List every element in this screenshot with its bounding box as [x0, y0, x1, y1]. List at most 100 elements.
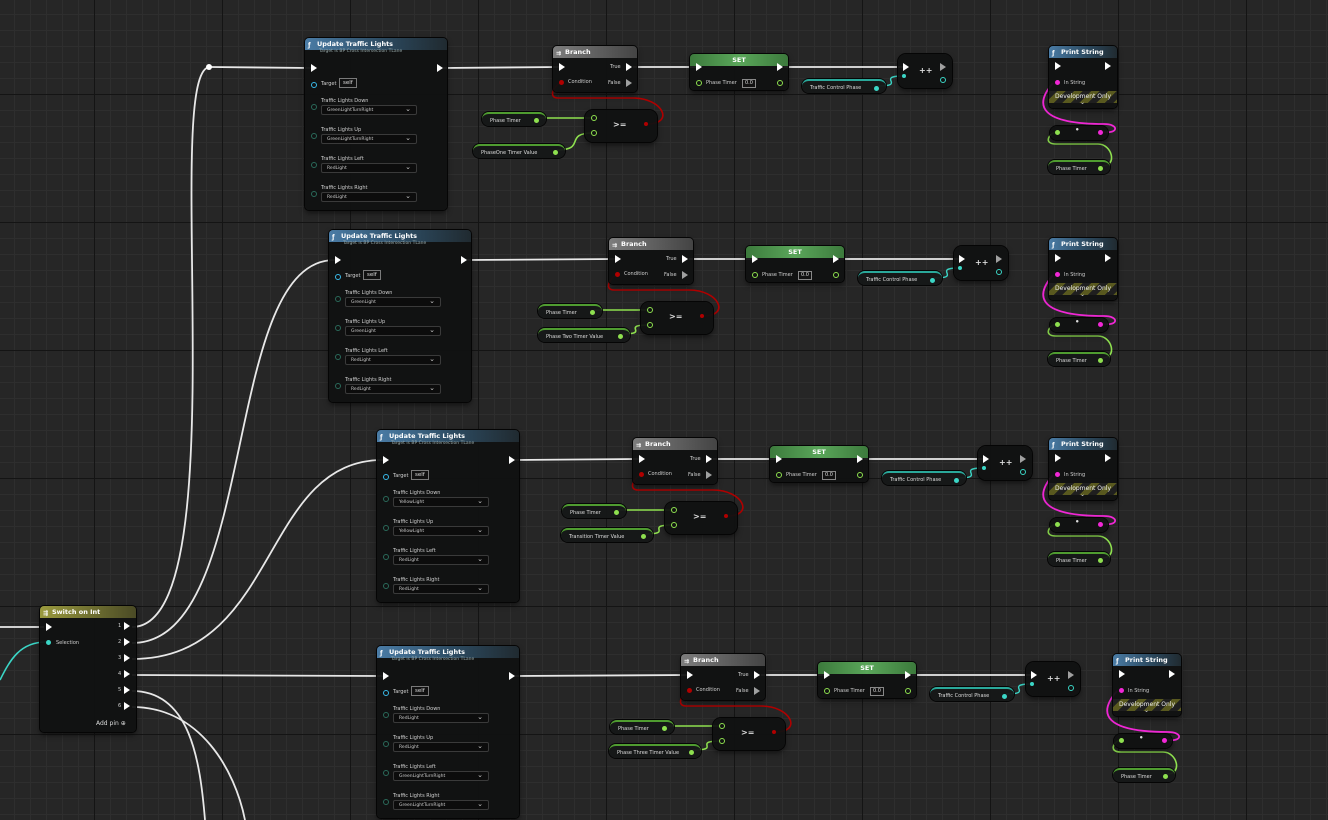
expand-chevron-icon[interactable]: ⌄: [1080, 291, 1085, 298]
param-pin[interactable]: [383, 496, 389, 502]
phase-timer-output-pin[interactable]: [777, 80, 783, 86]
target-self-value[interactable]: self: [339, 78, 357, 88]
int-input-pin[interactable]: [902, 74, 906, 78]
compare-b-pin[interactable]: [647, 322, 653, 328]
condition-pin[interactable]: [687, 688, 692, 693]
param-pin[interactable]: [383, 712, 389, 718]
set-value-field[interactable]: 0.0: [870, 687, 884, 696]
switch-output-pin[interactable]: [124, 686, 130, 694]
branch-node[interactable]: ⇉ Branch Condition True False: [553, 46, 637, 92]
target-pin[interactable]: [335, 274, 341, 280]
timer-value-getter[interactable]: Phase Two Timer Value: [538, 328, 630, 342]
conv-output-pin[interactable]: [1162, 738, 1167, 743]
exec-output-pin[interactable]: [437, 64, 443, 72]
exec-output-pin[interactable]: [461, 256, 467, 264]
exec-input-pin[interactable]: [903, 63, 909, 71]
timer-value-getter[interactable]: PhaseOne Timer Value: [473, 144, 565, 158]
param-dropdown[interactable]: RedLight: [393, 741, 489, 752]
phase-timer-input-pin[interactable]: [752, 272, 758, 278]
condition-pin[interactable]: [639, 472, 644, 477]
expand-chevron-icon[interactable]: ⌄: [1144, 707, 1149, 714]
target-pin[interactable]: [383, 690, 389, 696]
greater-equal-node[interactable]: >=: [713, 718, 785, 750]
phase-timer-getter[interactable]: Phase Timer: [1048, 160, 1110, 174]
exec-input-pin[interactable]: [559, 63, 565, 71]
traffic-control-phase-var[interactable]: Traffic Control Phase: [930, 687, 1014, 701]
exec-output-pin[interactable]: [509, 672, 515, 680]
param-dropdown[interactable]: RedLight: [321, 191, 417, 202]
param-dropdown[interactable]: GreenLightTurnRight: [393, 770, 489, 781]
update-traffic-lights-node[interactable]: ƒ Update Traffic Lights Target is BP Cross…: [377, 646, 519, 818]
phase-timer-getter[interactable]: Phase Timer: [482, 112, 546, 126]
exec-input-pin[interactable]: [311, 64, 317, 72]
exec-input-pin[interactable]: [1055, 454, 1061, 462]
exec-output-pin[interactable]: [1105, 62, 1111, 70]
increment-node[interactable]: ++: [1026, 662, 1080, 696]
param-dropdown[interactable]: YellowLight: [393, 525, 489, 536]
print-string-node[interactable]: ƒ Print String In String Development Only ⌄: [1113, 654, 1181, 716]
int-input-pin[interactable]: [982, 466, 986, 470]
target-self-value[interactable]: self: [411, 686, 429, 696]
exec-output-pin[interactable]: [1068, 671, 1074, 679]
param-pin[interactable]: [335, 296, 341, 302]
exec-input-pin[interactable]: [752, 255, 758, 263]
int-output-pin[interactable]: [996, 269, 1002, 275]
exec-input-pin[interactable]: [959, 255, 965, 263]
param-pin[interactable]: [383, 741, 389, 747]
param-pin[interactable]: [383, 770, 389, 776]
conv-output-pin[interactable]: [1098, 130, 1103, 135]
param-pin[interactable]: [335, 354, 341, 360]
exec-input-pin[interactable]: [46, 623, 52, 631]
param-pin[interactable]: [311, 133, 317, 139]
exec-input-pin[interactable]: [776, 455, 782, 463]
print-string-node[interactable]: ƒ Print String In String Development Only ⌄: [1049, 46, 1117, 108]
conv-input-pin[interactable]: [1055, 322, 1060, 327]
set-phase-timer-node[interactable]: SET Phase Timer 0.0: [690, 54, 788, 90]
exec-input-pin[interactable]: [615, 255, 621, 263]
var-output-pin[interactable]: [1098, 558, 1103, 563]
exec-output-pin[interactable]: [857, 455, 863, 463]
var-output-pin[interactable]: [874, 86, 879, 91]
switch-on-int-node[interactable]: ⇶ Switch on Int Selection Add pin ⊕ 1 2 3 4…: [40, 606, 136, 732]
false-exec-pin[interactable]: [626, 79, 632, 87]
target-pin[interactable]: [311, 82, 317, 88]
exec-output-pin[interactable]: [1169, 670, 1175, 678]
param-dropdown[interactable]: GreenLight: [345, 325, 441, 336]
selection-pin[interactable]: [46, 640, 51, 645]
param-pin[interactable]: [311, 162, 317, 168]
update-traffic-lights-node[interactable]: ƒ Update Traffic Lights Target is BP Cross…: [377, 430, 519, 602]
exec-input-pin[interactable]: [383, 672, 389, 680]
greater-equal-node[interactable]: >=: [665, 502, 737, 534]
increment-node[interactable]: ++: [978, 446, 1032, 480]
exec-input-pin[interactable]: [1031, 671, 1037, 679]
float-to-string-node[interactable]: •: [1050, 126, 1108, 140]
exec-output-pin[interactable]: [1105, 454, 1111, 462]
true-exec-pin[interactable]: [754, 671, 760, 679]
expand-chevron-icon[interactable]: ⌄: [1080, 99, 1085, 106]
param-dropdown[interactable]: RedLight: [321, 162, 417, 173]
phase-timer-getter[interactable]: Phase Timer: [610, 720, 674, 734]
var-output-pin[interactable]: [590, 310, 595, 315]
branch-node[interactable]: ⇉ Branch Condition True False: [633, 438, 717, 484]
int-input-pin[interactable]: [958, 266, 962, 270]
int-input-pin[interactable]: [1030, 682, 1034, 686]
int-output-pin[interactable]: [940, 77, 946, 83]
add-pin-button[interactable]: Add pin ⊕: [96, 720, 126, 727]
var-output-pin[interactable]: [1002, 694, 1007, 699]
exec-input-pin[interactable]: [1055, 62, 1061, 70]
conv-output-pin[interactable]: [1098, 522, 1103, 527]
exec-output-pin[interactable]: [833, 255, 839, 263]
phase-timer-input-pin[interactable]: [824, 688, 830, 694]
exec-input-pin[interactable]: [335, 256, 341, 264]
switch-output-pin[interactable]: [124, 702, 130, 710]
target-pin[interactable]: [383, 474, 389, 480]
param-pin[interactable]: [311, 191, 317, 197]
timer-value-getter[interactable]: Transition Timer Value: [561, 528, 653, 542]
param-dropdown[interactable]: RedLight: [393, 554, 489, 565]
bool-output-pin[interactable]: [700, 314, 704, 318]
set-value-field[interactable]: 0.0: [742, 79, 756, 88]
conv-output-pin[interactable]: [1098, 322, 1103, 327]
target-self-value[interactable]: self: [411, 470, 429, 480]
target-self-value[interactable]: self: [363, 270, 381, 280]
float-to-string-node[interactable]: •: [1114, 734, 1172, 748]
